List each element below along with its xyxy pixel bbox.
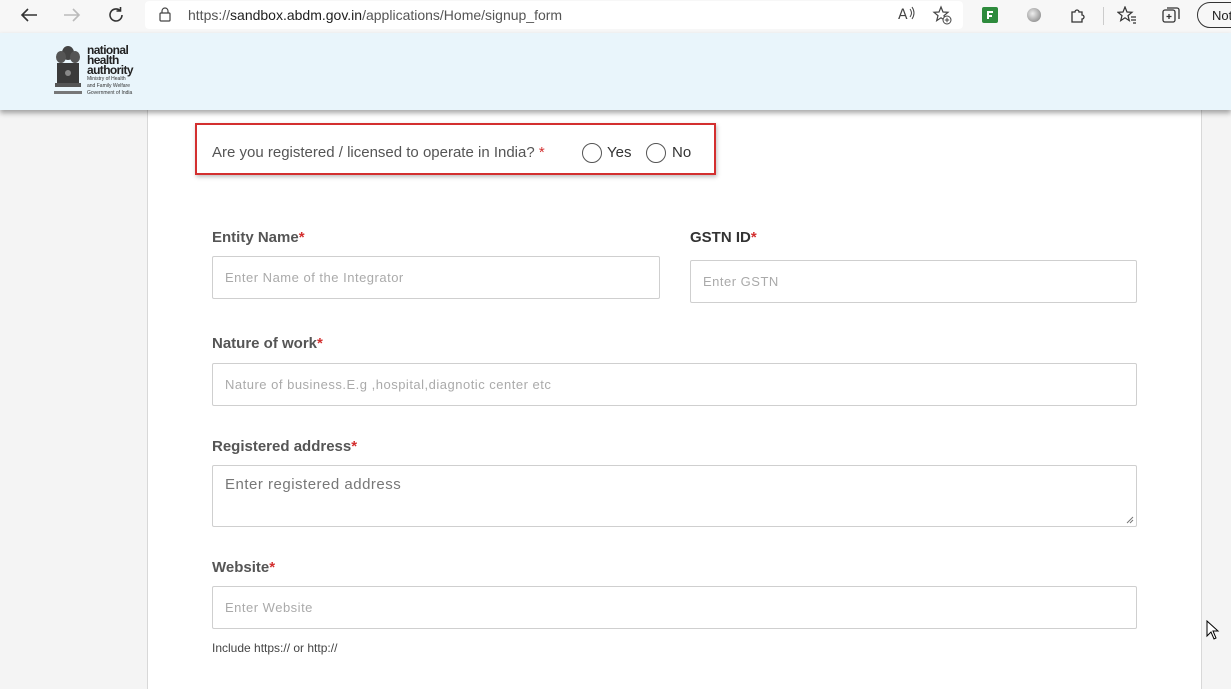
- extensions-puzzle-icon[interactable]: [1068, 5, 1088, 25]
- nature-of-work-label: Nature of work*: [212, 335, 323, 352]
- lock-icon[interactable]: [159, 7, 171, 22]
- nature-label-text: Nature of work: [212, 335, 318, 352]
- logo-sub-2: and Family Welfare: [87, 83, 130, 89]
- mouse-cursor-icon: [1206, 620, 1220, 640]
- nature-placeholder: Nature of business.E.g ,hospital,diagnot…: [225, 377, 552, 392]
- entity-name-label: Entity Name*: [212, 229, 305, 246]
- registration-question: Are you registered / licensed to operate…: [212, 144, 545, 161]
- nature-of-work-input[interactable]: Nature of business.E.g ,hospital,diagnot…: [212, 363, 1137, 406]
- favorites-icon[interactable]: [1117, 5, 1137, 25]
- entity-name-placeholder: Enter Name of the Integrator: [225, 270, 404, 285]
- toolbar-separator: [1103, 7, 1104, 25]
- logo-sub-1: Ministry of Health: [87, 76, 126, 82]
- address-placeholder: Enter registered address: [225, 476, 402, 493]
- radio-yes-label[interactable]: Yes: [607, 144, 631, 161]
- collections-icon[interactable]: [1161, 5, 1181, 25]
- add-favorite-icon[interactable]: [932, 5, 952, 29]
- refresh-icon[interactable]: [101, 2, 131, 28]
- resize-handle-icon[interactable]: [1126, 516, 1134, 524]
- required-mark: *: [538, 144, 545, 161]
- entity-name-input[interactable]: Enter Name of the Integrator: [212, 256, 660, 299]
- browser-toolbar: https://sandbox.abdm.gov.in/applications…: [0, 0, 1231, 33]
- required-mark: *: [351, 438, 358, 455]
- svg-text:A: A: [898, 7, 908, 23]
- address-label-text: Registered address: [212, 438, 352, 455]
- back-icon[interactable]: [14, 2, 44, 28]
- entity-name-label-text: Entity Name: [212, 229, 299, 246]
- radio-no[interactable]: [646, 143, 666, 163]
- site-header: national health authority Ministry of He…: [0, 33, 1231, 110]
- logo-text: national health authority Ministry of He…: [87, 44, 134, 96]
- website-label: Website*: [212, 559, 275, 576]
- extension-circle-icon[interactable]: [1027, 8, 1041, 22]
- radio-no-label[interactable]: No: [672, 144, 691, 161]
- website-placeholder: Enter Website: [225, 600, 313, 615]
- gstn-label: GSTN ID*: [690, 229, 757, 246]
- gstn-label-text: GSTN ID: [690, 229, 751, 246]
- read-aloud-icon[interactable]: A: [897, 5, 917, 27]
- nha-logo[interactable]: national health authority Ministry of He…: [52, 42, 147, 97]
- required-mark: *: [269, 559, 276, 576]
- required-mark: *: [317, 335, 323, 352]
- logo-line-3: authority: [87, 63, 134, 77]
- profile-button[interactable]: Not: [1197, 2, 1231, 28]
- forward-icon[interactable]: [57, 2, 87, 28]
- website-label-text: Website: [212, 559, 270, 576]
- extension-green-icon[interactable]: [982, 7, 998, 23]
- logo-sub-3: Government of India: [87, 90, 133, 96]
- address-bar[interactable]: https://sandbox.abdm.gov.in/applications…: [145, 1, 963, 29]
- url-domain: sandbox.abdm.gov.in: [230, 7, 363, 23]
- required-mark: *: [298, 229, 305, 246]
- registered-address-textarea[interactable]: Enter registered address: [212, 465, 1137, 527]
- radio-yes[interactable]: [582, 143, 602, 163]
- question-text: Are you registered / licensed to operate…: [212, 144, 535, 161]
- url-scheme: https://: [188, 7, 231, 23]
- url-text[interactable]: https://sandbox.abdm.gov.in/applications…: [188, 7, 562, 23]
- gstn-input[interactable]: Enter GSTN: [690, 260, 1137, 303]
- national-emblem-icon: [54, 46, 82, 94]
- gstn-placeholder: Enter GSTN: [703, 274, 779, 289]
- url-path: /applications/Home/signup_form: [362, 7, 563, 23]
- registered-address-label: Registered address*: [212, 438, 357, 455]
- website-hint: Include https:// or http://: [212, 641, 338, 655]
- required-mark: *: [750, 229, 757, 246]
- website-input[interactable]: Enter Website: [212, 586, 1137, 629]
